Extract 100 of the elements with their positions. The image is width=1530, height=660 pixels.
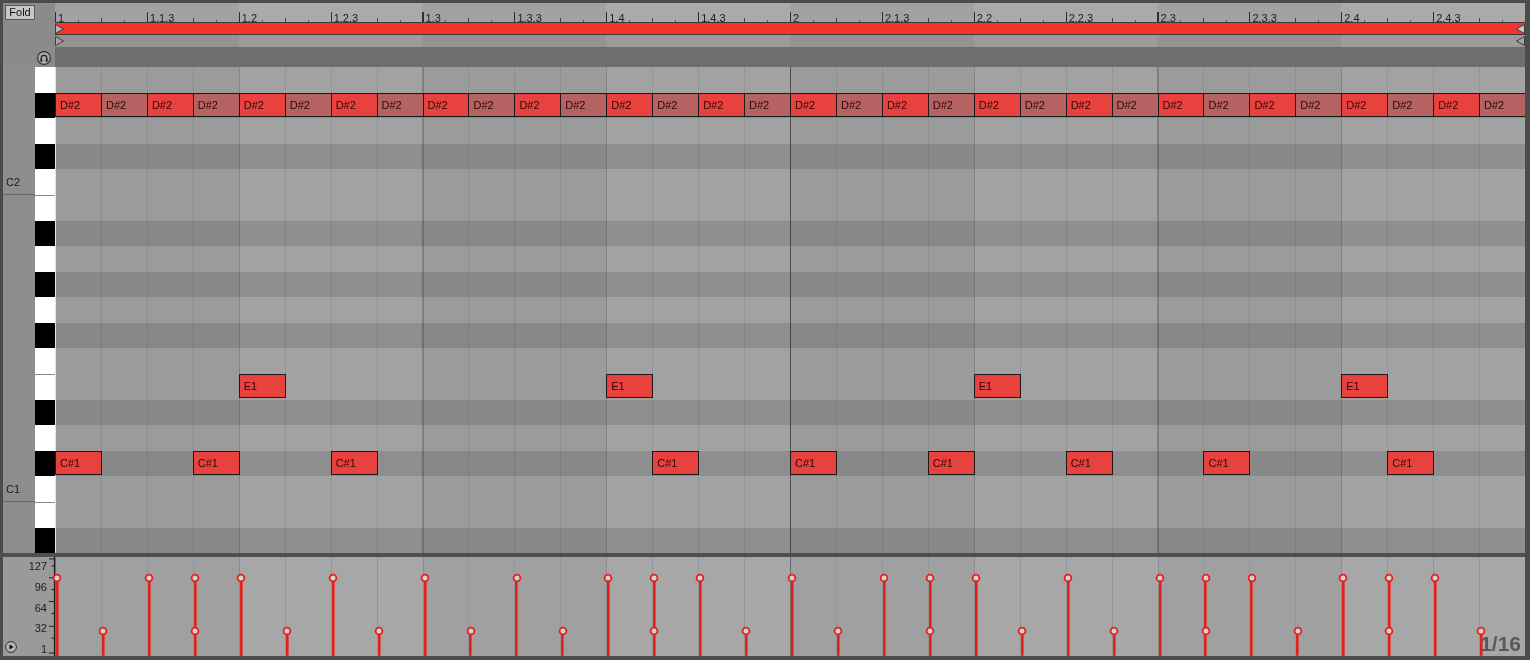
velocity-handle[interactable] <box>970 572 981 583</box>
midi-note[interactable]: D#2 <box>55 93 102 117</box>
midi-note[interactable]: D#2 <box>1433 93 1481 117</box>
velocity-axis-label: 32 <box>34 622 47 635</box>
velocity-handle[interactable] <box>1384 626 1395 637</box>
midi-note[interactable]: D#2 <box>1111 93 1159 117</box>
velocity-handle[interactable] <box>925 572 935 583</box>
midi-note[interactable]: D#2 <box>1065 93 1113 117</box>
ruler-label: 2.4 <box>1344 12 1360 24</box>
velocity-handle[interactable] <box>603 572 614 583</box>
midi-note[interactable]: D#2 <box>376 93 424 117</box>
velocity-handle[interactable] <box>52 572 63 583</box>
loop-brace[interactable] <box>55 22 1525 35</box>
velocity-handle[interactable] <box>1154 572 1165 583</box>
triangle-marker-icon[interactable] <box>55 36 64 46</box>
midi-note[interactable]: D#2 <box>744 93 791 117</box>
timeline-ruler[interactable]: 1 1.1.3 1.2 1.2.3 1.3 1.3.3 1.4 1.4.3 2 2.1.3 2.2 2.2.3 2.3 2.3.3 2.4 2.4.3 <box>55 3 1525 22</box>
piano-key[interactable] <box>35 502 55 528</box>
midi-note[interactable]: D#2 <box>1295 93 1343 117</box>
velocity-handle[interactable] <box>1430 572 1441 583</box>
play-icon[interactable] <box>5 641 17 653</box>
velocity-handle[interactable] <box>833 626 844 637</box>
midi-note[interactable]: D#2 <box>881 93 929 117</box>
midi-note[interactable]: C#1 <box>330 451 378 475</box>
midi-note[interactable]: D#2 <box>146 93 194 117</box>
velocity-handle[interactable] <box>1016 626 1027 637</box>
midi-note[interactable]: E1 <box>1341 374 1389 398</box>
velocity-handle[interactable] <box>1292 626 1303 637</box>
velocity-handle[interactable] <box>925 626 935 637</box>
velocity-handle[interactable] <box>98 626 109 637</box>
midi-note[interactable]: D#2 <box>192 93 240 117</box>
midi-note[interactable]: C#1 <box>55 451 102 475</box>
velocity-handle[interactable] <box>190 626 200 637</box>
midi-note[interactable]: C#1 <box>1203 451 1251 475</box>
velocity-handle[interactable] <box>235 572 246 583</box>
midi-note[interactable]: D#2 <box>927 93 975 117</box>
velocity-handle[interactable] <box>327 572 338 583</box>
midi-note[interactable]: D#2 <box>790 93 837 117</box>
velocity-handle[interactable] <box>1384 572 1395 583</box>
midi-note[interactable]: D#2 <box>698 93 746 117</box>
midi-note[interactable]: C#1 <box>1065 451 1113 475</box>
octave-label: C1 <box>6 482 21 495</box>
velocity-handle[interactable] <box>190 572 200 583</box>
velocity-handle[interactable] <box>1246 572 1257 583</box>
velocity-handle[interactable] <box>1338 572 1349 583</box>
velocity-handle[interactable] <box>1108 626 1119 637</box>
midi-note[interactable]: D#2 <box>652 93 700 117</box>
midi-note[interactable]: D#2 <box>1387 93 1435 117</box>
fold-button[interactable]: Fold <box>5 5 35 20</box>
headphones-icon[interactable] <box>37 51 51 65</box>
ruler-label: 2.2 <box>976 12 993 24</box>
midi-note[interactable]: D#2 <box>238 93 286 117</box>
velocity-handle[interactable] <box>787 572 798 583</box>
midi-note[interactable]: D#2 <box>1019 93 1067 117</box>
velocity-handle[interactable] <box>695 572 706 583</box>
midi-note[interactable]: D#2 <box>284 93 332 117</box>
piano-key[interactable] <box>35 374 55 400</box>
triangle-marker-icon[interactable] <box>1516 23 1525 34</box>
velocity-handle[interactable] <box>373 626 384 637</box>
midi-note[interactable]: D#2 <box>835 93 883 117</box>
velocity-handle[interactable] <box>511 572 522 583</box>
velocity-handle[interactable] <box>1476 626 1487 637</box>
midi-note[interactable]: C#1 <box>652 451 700 475</box>
midi-note[interactable]: D#2 <box>606 93 654 117</box>
velocity-handle[interactable] <box>465 626 476 637</box>
velocity-handle[interactable] <box>1062 572 1073 583</box>
midi-note[interactable]: D#2 <box>560 93 608 117</box>
midi-note[interactable]: D#2 <box>1479 93 1525 117</box>
midi-note[interactable]: C#1 <box>927 451 975 475</box>
midi-note[interactable]: E1 <box>238 374 286 398</box>
midi-note[interactable]: D#2 <box>1157 93 1205 117</box>
midi-note[interactable]: D#2 <box>973 93 1021 117</box>
velocity-handle[interactable] <box>1200 572 1211 583</box>
velocity-handle[interactable] <box>281 626 292 637</box>
midi-note[interactable]: C#1 <box>192 451 240 475</box>
velocity-handle[interactable] <box>144 572 155 583</box>
midi-note[interactable]: C#1 <box>1387 451 1435 475</box>
velocity-handle[interactable] <box>741 626 752 637</box>
midi-note[interactable]: C#1 <box>790 451 837 475</box>
midi-note[interactable]: E1 <box>973 374 1021 398</box>
velocity-handle[interactable] <box>649 572 660 583</box>
triangle-marker-icon[interactable] <box>55 23 64 34</box>
midi-note[interactable]: D#2 <box>1341 93 1389 117</box>
midi-note[interactable]: D#2 <box>468 93 516 117</box>
midi-note[interactable]: D#2 <box>100 93 148 117</box>
velocity-handle[interactable] <box>557 626 568 637</box>
velocity-handle[interactable] <box>419 572 430 583</box>
ruler-label: 2 <box>793 12 800 24</box>
velocity-handle[interactable] <box>1200 626 1211 637</box>
triangle-marker-icon[interactable] <box>1516 36 1525 46</box>
piano-key[interactable] <box>35 195 55 221</box>
velocity-handle[interactable] <box>879 572 890 583</box>
midi-note[interactable]: D#2 <box>330 93 378 117</box>
midi-note[interactable]: D#2 <box>514 93 562 117</box>
midi-note[interactable]: D#2 <box>1249 93 1297 117</box>
midi-note[interactable]: D#2 <box>422 93 470 117</box>
midi-note[interactable]: E1 <box>606 374 654 398</box>
ruler-label: 1.3.3 <box>517 12 542 24</box>
velocity-handle[interactable] <box>649 626 660 637</box>
midi-note[interactable]: D#2 <box>1203 93 1251 117</box>
